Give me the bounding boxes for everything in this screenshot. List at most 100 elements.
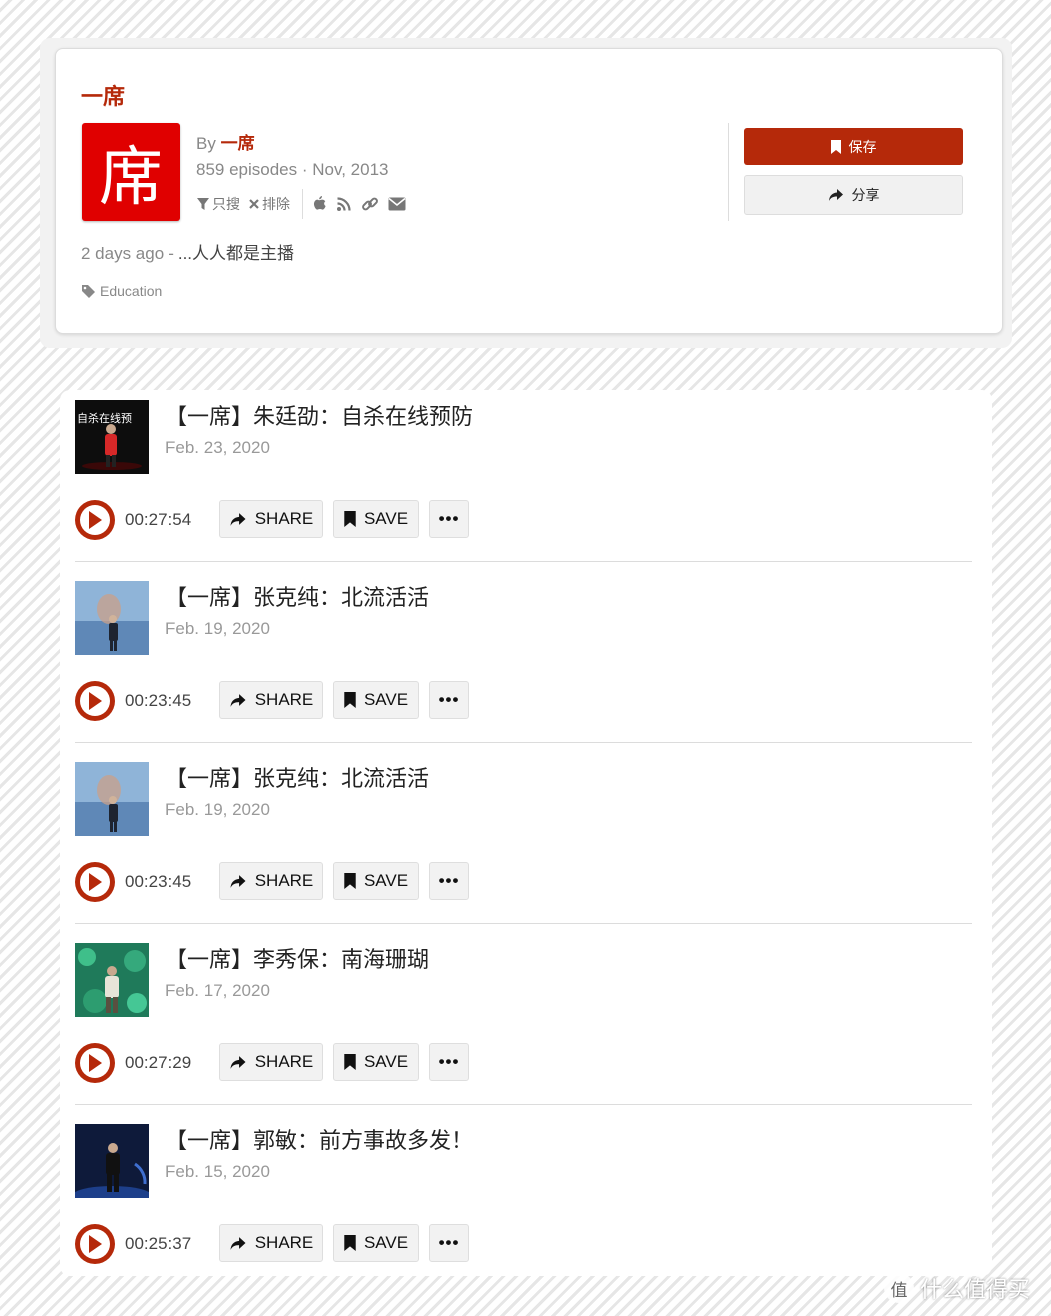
more-options-button[interactable]: ••• (429, 500, 469, 538)
author-line: By 一席 (196, 129, 255, 154)
share-icon (230, 1236, 246, 1250)
author-link[interactable]: 一席 (221, 134, 255, 153)
more-options-button[interactable]: ••• (429, 1043, 469, 1081)
more-label: ••• (438, 690, 460, 709)
share-podcast-button[interactable]: 分享 (744, 175, 963, 215)
share-button[interactable]: SHARE (219, 500, 323, 538)
episode-title[interactable]: 【一席】朱廷劭：自杀在线预防 (165, 399, 473, 431)
podcast-tools: 只搜 排除 (196, 189, 415, 219)
episode-thumbnail[interactable] (75, 1124, 149, 1198)
episode-title[interactable]: 【一席】张克纯：北流活活 (165, 580, 429, 612)
episode-duration: 00:25:37 (125, 1234, 192, 1253)
more-label: ••• (438, 871, 460, 890)
share-label: SHARE (254, 509, 314, 528)
bookmark-icon (344, 692, 356, 708)
episode-thumbnail[interactable]: 自杀在线预 (75, 400, 149, 474)
save-button[interactable]: SAVE (333, 681, 419, 719)
episode-item: 【一席】张克纯：北流活活 Feb. 19, 2020 00:23:45 SHAR… (75, 752, 972, 933)
episode-list: 自杀在线预 【一席】朱廷劭：自杀在线预防 Feb. 23, 2020 00:27… (60, 390, 992, 1276)
bookmark-icon (344, 1235, 356, 1251)
share-icon (230, 874, 246, 888)
save-label: SAVE (363, 871, 409, 890)
episode-divider (75, 742, 972, 743)
episode-item: 【一席】郭敏：前方事故多发！ Feb. 15, 2020 00:25:37 SH… (75, 1114, 972, 1295)
exclude-label: 排除 (262, 196, 290, 212)
rss-icon[interactable] (336, 196, 352, 212)
episode-title[interactable]: 【一席】郭敏：前方事故多发！ (165, 1123, 473, 1155)
apple-icon[interactable] (311, 195, 327, 213)
save-button[interactable]: SAVE (333, 1043, 419, 1081)
tag-icon (82, 284, 95, 298)
close-icon (249, 199, 259, 209)
header-divider (728, 123, 729, 221)
play-button[interactable] (75, 1043, 115, 1083)
more-label: ••• (438, 1052, 460, 1071)
more-options-button[interactable]: ••• (429, 681, 469, 719)
podcast-cover-image[interactable]: 席 (82, 123, 180, 221)
share-button[interactable]: SHARE (219, 1043, 323, 1081)
episode-thumbnail[interactable] (75, 581, 149, 655)
save-button[interactable]: SAVE (333, 862, 419, 900)
share-icon (230, 512, 246, 526)
share-button[interactable]: SHARE (219, 1224, 323, 1262)
episode-duration: 00:23:45 (125, 691, 192, 710)
share-label: SHARE (254, 1052, 314, 1071)
save-button[interactable]: SAVE (333, 1224, 419, 1262)
category-label: Education (100, 283, 163, 299)
exclude-button[interactable]: 排除 (248, 194, 290, 214)
thumbnail-text: 自杀在线预 (77, 411, 132, 425)
share-icon (230, 693, 246, 707)
bookmark-icon (344, 873, 356, 889)
email-icon[interactable] (388, 197, 406, 211)
play-button[interactable] (75, 862, 115, 902)
link-icon[interactable] (361, 195, 379, 213)
episode-duration: 00:27:54 (125, 510, 192, 529)
podcast-title: 一席 (81, 84, 126, 109)
save-button[interactable]: SAVE (333, 500, 419, 538)
more-label: ••• (438, 509, 460, 528)
share-label: SHARE (254, 690, 314, 709)
category-tag[interactable]: Education (81, 283, 162, 299)
episode-date: Feb. 19, 2020 (165, 619, 270, 638)
episode-title[interactable]: 【一席】李秀保：南海珊瑚 (165, 942, 429, 974)
episode-item: 【一席】张克纯：北流活活 Feb. 19, 2020 00:23:45 SHAR… (75, 571, 972, 752)
episode-divider (75, 561, 972, 562)
share-button[interactable]: SHARE (219, 862, 323, 900)
filter-only-label: 只搜 (212, 196, 240, 212)
share-icon (230, 1055, 246, 1069)
more-options-button[interactable]: ••• (429, 862, 469, 900)
share-podcast-label: 分享 (851, 187, 880, 203)
episode-divider (75, 1104, 972, 1105)
share-icon (828, 189, 843, 201)
save-label: SAVE (363, 1233, 409, 1252)
save-podcast-label: 保存 (848, 138, 877, 155)
play-button[interactable] (75, 500, 115, 540)
episode-date: Feb. 19, 2020 (165, 800, 270, 819)
play-icon (89, 1235, 102, 1253)
more-options-button[interactable]: ••• (429, 1224, 469, 1262)
play-icon (89, 511, 102, 529)
play-icon (89, 692, 102, 710)
episode-item: 【一席】李秀保：南海珊瑚 Feb. 17, 2020 00:27:29 SHAR… (75, 933, 972, 1114)
episode-title[interactable]: 【一席】张克纯：北流活活 (165, 761, 429, 793)
episode-thumbnail[interactable] (75, 943, 149, 1017)
episode-date: Feb. 23, 2020 (165, 438, 270, 457)
share-button[interactable]: SHARE (219, 681, 323, 719)
episode-thumbnail[interactable] (75, 762, 149, 836)
episode-divider (75, 923, 972, 924)
filter-only-button[interactable]: 只搜 (196, 194, 240, 214)
by-prefix: By (196, 134, 216, 153)
episode-item: 自杀在线预 【一席】朱廷劭：自杀在线预防 Feb. 23, 2020 00:27… (75, 390, 972, 571)
tools-divider (302, 189, 303, 219)
play-icon (89, 873, 102, 891)
bookmark-icon (830, 139, 841, 154)
play-button[interactable] (75, 1224, 115, 1264)
bookmark-icon (344, 1054, 356, 1070)
podcast-header-card: 一席 席 By 一席 859 episodes · Nov, 2013 只搜 排… (55, 48, 1003, 334)
save-podcast-button[interactable]: 保存 (744, 128, 963, 165)
latest-description[interactable]: ...人人都是主播 (178, 244, 294, 263)
play-button[interactable] (75, 681, 115, 721)
latest-episode-info: 2 days ago - ...人人都是主播 (81, 239, 294, 264)
watermark: 值 什么值得买 (884, 1272, 1030, 1304)
share-label: SHARE (254, 1233, 314, 1252)
